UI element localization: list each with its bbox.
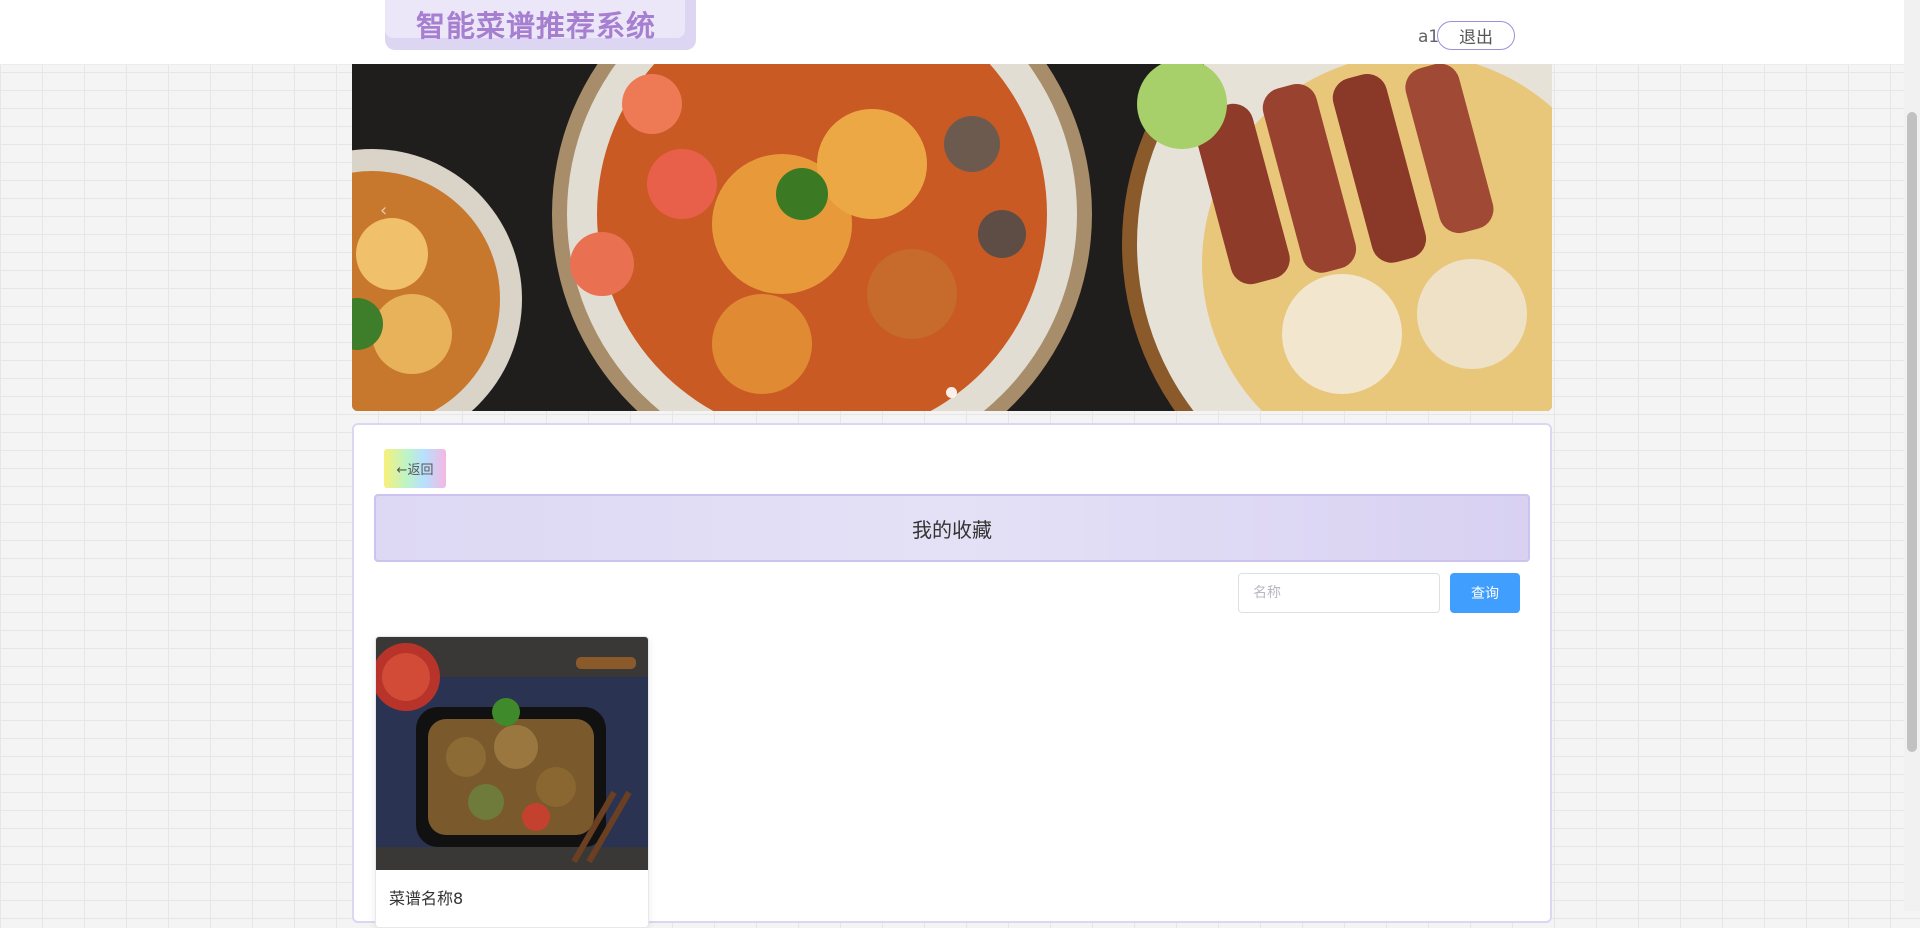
app-title: 智能菜谱推荐系统 (416, 9, 657, 43)
top-navbar (0, 0, 1904, 65)
username-label: a1 (1418, 27, 1440, 47)
recipe-name[interactable]: 菜谱名称8 (389, 885, 463, 909)
recipe-image (376, 637, 648, 870)
search-name-input[interactable] (1238, 573, 1440, 613)
banner-carousel[interactable] (352, 64, 1552, 411)
logout-button[interactable]: 退出 (1437, 21, 1515, 50)
banner-image (352, 64, 1552, 411)
search-button[interactable]: 查询 (1450, 573, 1520, 613)
recipe-card[interactable]: 菜谱名称8 (375, 636, 649, 928)
carousel-indicator[interactable] (946, 387, 957, 398)
back-button[interactable]: ←返回 (384, 449, 446, 488)
page-scrollbar-thumb[interactable] (1907, 112, 1917, 752)
carousel-prev-icon[interactable]: ‹ (380, 200, 387, 221)
page-title: 我的收藏 (374, 494, 1530, 562)
